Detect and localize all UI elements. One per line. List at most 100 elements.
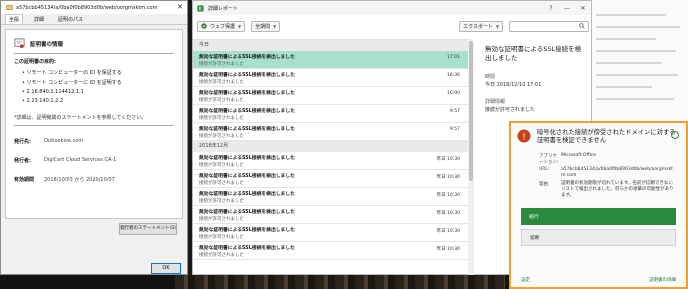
tab-details[interactable]: 詳細 — [31, 15, 47, 24]
event-title: 無効な証明書によるSSL接続を検出しました — [199, 228, 295, 233]
event-subtitle: 接続が許可されました — [199, 199, 244, 204]
certificate-tabs: 全般 詳細 証明のパス — [1, 14, 187, 25]
event-row[interactable]: 無効な証明書によるSSL接続を検出しました 接続が許可されました 16:36 — [193, 69, 468, 87]
divider — [14, 53, 174, 54]
chevron-down-icon: ▼ — [273, 23, 277, 29]
period-filter-dropdown[interactable]: 全期間 ▼ — [251, 20, 281, 32]
certificate-info-title: 証明書の情報 — [30, 41, 64, 48]
url-row: URL: a57bcbb45134/a/0ba0f0b8903d0b/web/o… — [539, 167, 686, 179]
kaspersky-logo-icon: K — [197, 4, 204, 12]
event-title: 無効な証明書によるSSL接続を検出しました — [199, 210, 295, 215]
desktop-background — [0, 275, 509, 289]
event-row[interactable]: 無効な証明書によるSSL接続を検出しました 接続が許可されました 昨日 10:30 — [193, 170, 468, 188]
event-title: 無効な証明書によるSSL接続を検出しました — [199, 156, 295, 161]
issued-by-row: 発行者: DigiCert Cloud Services CA-1 — [14, 157, 174, 164]
detail-date-value: 今日 2018/12/10 17:01 — [485, 82, 542, 88]
certificate-info-heading: 証明書の情報 — [14, 38, 174, 49]
doc-line — [596, 14, 666, 16]
report-toolbar: ウェブ保護 ▼ 全期間 ▼ エクスポート ▼ — [193, 15, 593, 37]
allow-button[interactable]: 続行 — [521, 208, 676, 225]
event-row[interactable]: 無効な証明書によるSSL接続を検出しました 接続が許可されました 昨日 10:30 — [193, 224, 468, 242]
help-icon[interactable]: ? — [543, 5, 559, 12]
minimize-icon[interactable]: — — [559, 5, 575, 12]
shield-icon — [201, 23, 207, 29]
event-title: 無効な証明書によるSSL接続を検出しました — [199, 174, 295, 179]
doc-line — [596, 26, 680, 28]
event-subtitle: 接続が許可されました — [199, 134, 244, 139]
purpose-list: リモート コンピューターの ID を保証する リモート コンピューターに ID … — [22, 69, 174, 104]
security-notification: ! 暗号化された接続が傍受されたドメインに対する証明書を検証できません アプリケ… — [509, 121, 688, 289]
report-titlebar: K 詳細レポート ? — ✕ — [193, 1, 591, 15]
event-time: 昨日 10:30 — [436, 157, 460, 162]
event-time: 9:57 — [449, 127, 460, 132]
chevron-down-icon: ▼ — [495, 23, 499, 29]
doc-line — [596, 38, 656, 40]
validity-row: 有効期間 2018/10/03 から 2020/10/07 — [14, 176, 174, 183]
event-subtitle: 接続が許可されました — [199, 98, 244, 103]
certificate-titlebar: a57bcbb45134/a/0ba0f0b8903d0b/web/oorgms… — [1, 1, 187, 14]
certificate-window-icon — [6, 4, 13, 11]
certificate-details-link[interactable]: 証明書の詳細 — [649, 277, 676, 283]
issued-to-label: 発行先: — [14, 139, 31, 145]
event-time: 16:00 — [447, 91, 460, 96]
group-header-today: 今日 — [193, 40, 468, 51]
issued-to-row: 発行先: Outlookive.com — [14, 138, 174, 145]
event-subtitle: 接続が許可されました — [199, 163, 244, 168]
chevron-down-icon: ▼ — [238, 23, 242, 29]
certificate-info-panel: 証明書の情報 この証明書の目的: リモート コンピューターの ID を保証する … — [5, 29, 183, 219]
event-row[interactable]: 無効な証明書によるSSL接続を検出しました 接続が許可されました 昨日 10:30 — [193, 188, 468, 206]
event-row[interactable]: 無効な証明書によるSSL接続を検出しました 接続が許可されました 16:00 — [193, 87, 468, 105]
close-icon[interactable]: ✕ — [575, 5, 591, 12]
app-label: アプリケーション: — [539, 154, 559, 165]
scrollbar-thumb[interactable] — [469, 41, 473, 181]
event-row[interactable]: 無効な証明書によるSSL接続を検出しました 接続が許可されました 9:57 — [193, 123, 468, 141]
certificate-icon — [14, 38, 25, 49]
tab-cert-path[interactable]: 証明のパス — [55, 15, 86, 24]
app-value: Microsoft Office — [561, 153, 597, 158]
search-input[interactable] — [509, 20, 589, 32]
event-time: 昨日 10:30 — [436, 247, 460, 252]
event-time: 昨日 10:30 — [436, 211, 460, 216]
notification-footer: 設定 証明書の詳細 — [521, 277, 676, 283]
list-scrollbar[interactable] — [468, 39, 474, 276]
event-time: 17:01 — [447, 55, 460, 60]
export-label: エクスポート — [463, 23, 493, 30]
month-rows: 無効な証明書によるSSL接続を検出しました 接続が許可されました 昨日 10:30 無… — [193, 152, 468, 260]
component-filter-dropdown[interactable]: ウェブ保護 ▼ — [197, 20, 246, 32]
event-row[interactable]: 無効な証明書によるSSL接続を検出しました 接続が許可されました 9:57 — [193, 105, 468, 123]
window-controls: ? — ✕ — [543, 5, 591, 12]
certificate-dialog: a57bcbb45134/a/0ba0f0b8903d0b/web/oorgms… — [0, 0, 188, 275]
url-label: URL: — [539, 167, 550, 172]
notification-header: ! 暗号化された接続が傍受されたドメインに対する証明書を検証できません — [511, 123, 686, 145]
settings-link[interactable]: 設定 — [521, 277, 530, 283]
app-row: アプリケーション: Microsoft Office — [539, 153, 686, 165]
event-time: 16:36 — [447, 73, 460, 78]
event-subtitle: 接続が許可されました — [199, 253, 244, 258]
export-button[interactable]: エクスポート ▼ — [459, 20, 503, 32]
event-time: 昨日 10:30 — [436, 175, 460, 180]
block-button[interactable]: 遮断 — [521, 229, 676, 246]
event-title: 無効な証明書によるSSL接続を検出しました — [199, 73, 295, 78]
group-header-month: 2018年12月 — [193, 141, 468, 152]
doc-line — [596, 86, 652, 88]
event-list: 今日 無効な証明書によるSSL接続を検出しました 接続が許可されました 17:01 無… — [193, 39, 468, 276]
close-icon[interactable]: ✕ — [173, 1, 187, 14]
event-row[interactable]: 無効な証明書によるSSL接続を検出しました 接続が許可されました 昨日 10:30 — [193, 242, 468, 260]
ok-button[interactable]: OK — [151, 263, 181, 274]
event-row[interactable]: 無効な証明書によるSSL接続を検出しました 接続が許可されました 17:01 — [193, 51, 468, 69]
notification-title: 暗号化された接続が傍受されたドメインに対する証明書を検証できません — [537, 129, 676, 144]
url-value: a57bcbb45134/a/0ba0f0b8903d0b/web/oorgms… — [561, 167, 673, 178]
divider — [14, 125, 174, 126]
period-filter-label: 全期間 — [255, 23, 271, 30]
issuer-statement-button[interactable]: 発行者のステートメント(S) — [119, 223, 177, 235]
background-image — [175, 275, 505, 289]
event-row[interactable]: 無効な証明書によるSSL接続を検出しました 接続が許可されました 昨日 10:30 — [193, 152, 468, 170]
purpose-item: 2.16.840.1.114412.1.1 — [22, 89, 174, 95]
tab-general[interactable]: 全般 — [5, 14, 24, 24]
event-title: 無効な証明書によるSSL接続を検出しました — [199, 192, 295, 197]
close-icon[interactable] — [671, 131, 679, 139]
event-row[interactable]: 無効な証明書によるSSL接続を検出しました 接続が許可されました 昨日 10:30 — [193, 206, 468, 224]
issued-to-value: Outlookive.com — [44, 138, 84, 144]
event-title: 無効な証明書によるSSL接続を検出しました — [199, 91, 295, 96]
validity-label: 有効期間 — [14, 177, 35, 183]
